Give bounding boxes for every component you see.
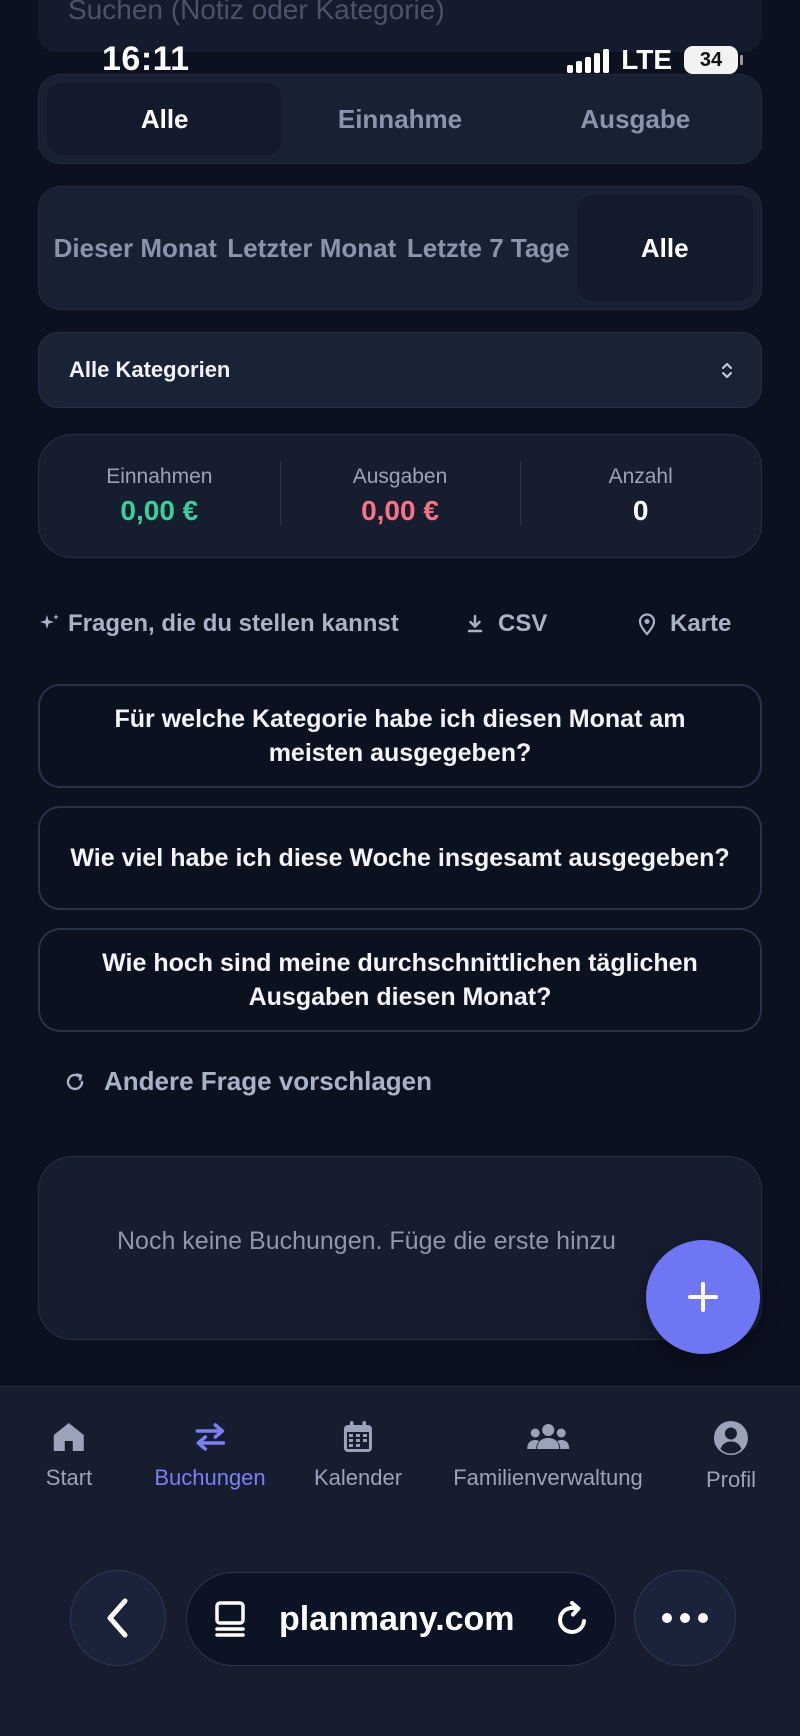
summary-card: Einnahmen 0,00 € Ausgaben 0,00 € Anzahl … bbox=[38, 434, 762, 558]
nav-item-kalender[interactable]: Kalender bbox=[314, 1419, 402, 1491]
nav-item-start[interactable]: Start bbox=[46, 1419, 92, 1491]
user-circle-icon bbox=[714, 1421, 748, 1455]
income-stat: Einnahmen 0,00 € bbox=[39, 465, 280, 527]
map-button[interactable]: Karte bbox=[636, 610, 731, 638]
empty-state-text: Noch keine Buchungen. Füge die erste hin… bbox=[117, 1227, 616, 1255]
nav-label: Familienverwaltung bbox=[453, 1465, 643, 1490]
nav-label: Start bbox=[45, 1465, 93, 1490]
type-filter-expense[interactable]: Ausgabe bbox=[518, 83, 753, 155]
category-select[interactable]: Alle Kategorien bbox=[38, 332, 762, 408]
period-filter: Dieser Monat Letzter Monat Letzte 7 Tage… bbox=[38, 186, 762, 310]
network-type: LTE bbox=[621, 44, 672, 75]
signal-icon bbox=[567, 47, 610, 73]
question-card[interactable]: Für welche Kategorie habe ich diesen Mon… bbox=[38, 684, 762, 788]
period-filter-last-month[interactable]: Letzter Monat bbox=[224, 195, 401, 301]
expense-stat: Ausgaben 0,00 € bbox=[279, 461, 521, 527]
download-icon bbox=[467, 614, 483, 633]
battery-icon: 34 bbox=[684, 46, 743, 74]
transfer-icon bbox=[195, 1423, 225, 1451]
nav-label: Buchungen bbox=[154, 1465, 266, 1490]
suggest-label: Andere Frage vorschlagen bbox=[104, 1066, 432, 1096]
suggest-other-question-button[interactable]: Andere Frage vorschlagen bbox=[64, 1066, 432, 1097]
period-filter-last-7-days[interactable]: Letzte 7 Tage bbox=[400, 195, 577, 301]
browser-back-button[interactable] bbox=[70, 1570, 166, 1666]
calendar-icon bbox=[343, 1421, 372, 1452]
count-label: Anzahl bbox=[608, 465, 673, 488]
question-card[interactable]: Wie viel habe ich diese Woche insgesamt … bbox=[38, 806, 762, 910]
browser-url-text: planmany.com bbox=[279, 1599, 515, 1638]
question-card[interactable]: Wie hoch sind meine durchschnittlichen t… bbox=[38, 928, 762, 1032]
period-filter-all[interactable]: Alle bbox=[576, 195, 753, 301]
sparkles-icon bbox=[40, 614, 59, 629]
app-screen: Suchen (Notiz oder Kategorie) 16:11 LTE … bbox=[0, 0, 800, 1736]
type-filter-income[interactable]: Einnahme bbox=[282, 83, 517, 155]
type-filter-all[interactable]: Alle bbox=[47, 83, 283, 155]
browser-url-bar[interactable]: planmany.com bbox=[186, 1572, 616, 1666]
chevron-left-icon bbox=[107, 1598, 128, 1638]
add-booking-button[interactable] bbox=[646, 1240, 760, 1354]
count-stat: Anzahl 0 bbox=[520, 461, 761, 527]
category-select-value: Alle Kategorien bbox=[69, 357, 231, 382]
plus-icon bbox=[688, 1282, 718, 1312]
income-value: 0,00 € bbox=[120, 495, 199, 526]
tab-overview-icon bbox=[215, 1601, 245, 1637]
map-label: Karte bbox=[670, 610, 732, 637]
count-value: 0 bbox=[632, 495, 649, 526]
status-indicators: LTE 34 bbox=[567, 44, 743, 76]
nav-label: Kalender bbox=[313, 1465, 403, 1490]
nav-item-profil[interactable]: Profil bbox=[706, 1419, 756, 1493]
chevron-up-down-icon bbox=[721, 362, 733, 379]
reload-icon[interactable] bbox=[553, 1599, 591, 1639]
ask-questions-label: Fragen, die du stellen kannst bbox=[68, 610, 399, 637]
nav-item-buchungen[interactable]: Buchungen bbox=[154, 1419, 266, 1491]
actions-row: Fragen, die du stellen kannst CSV Karte bbox=[0, 610, 800, 650]
browser-more-button[interactable] bbox=[634, 1570, 736, 1666]
expense-label: Ausgaben bbox=[352, 465, 448, 488]
nav-label: Profil bbox=[705, 1467, 757, 1492]
period-filter-this-month[interactable]: Dieser Monat bbox=[47, 195, 224, 301]
income-label: Einnahmen bbox=[106, 465, 213, 488]
nav-item-familienverwaltung[interactable]: Familienverwaltung bbox=[453, 1419, 643, 1491]
users-icon bbox=[527, 1424, 569, 1449]
ask-questions-button[interactable]: Fragen, die du stellen kannst bbox=[38, 610, 399, 638]
home-icon bbox=[54, 1423, 84, 1451]
bottom-navigation: Start Buchungen Kalender Familienverwalt… bbox=[0, 1386, 800, 1736]
csv-label: CSV bbox=[498, 610, 548, 637]
more-horizontal-icon bbox=[662, 1613, 708, 1623]
refresh-icon bbox=[66, 1072, 84, 1090]
type-filter: Alle Einnahme Ausgabe bbox=[38, 74, 762, 164]
expense-value: 0,00 € bbox=[361, 495, 439, 526]
map-pin-icon bbox=[638, 613, 656, 636]
csv-export-button[interactable]: CSV bbox=[464, 610, 547, 638]
